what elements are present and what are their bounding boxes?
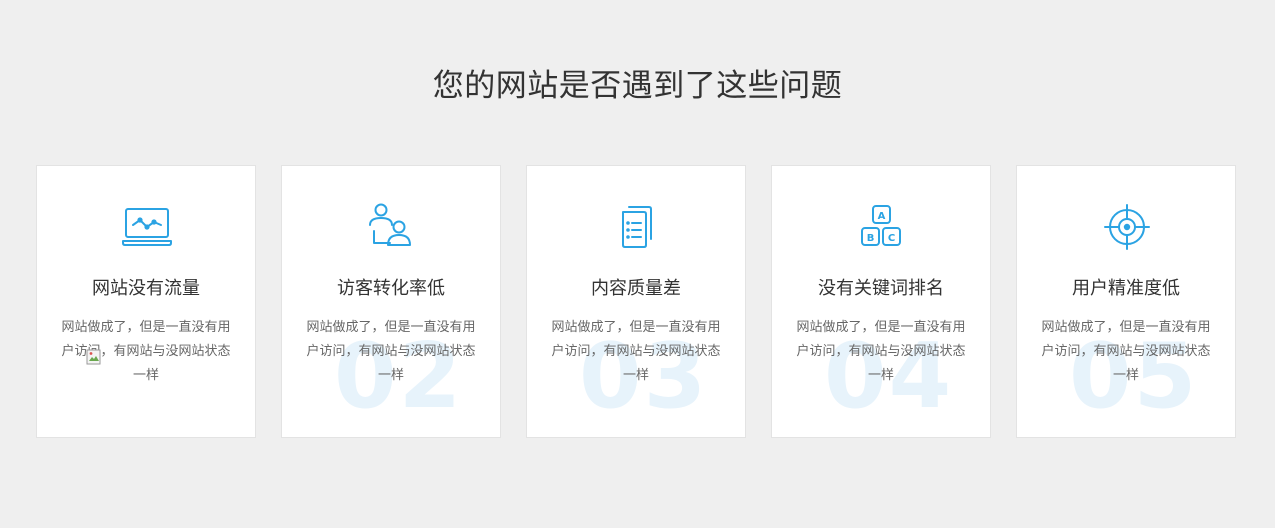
users-icon — [366, 203, 418, 251]
problem-card-low-precision[interactable]: 05 用户精准度低 网站做成了，但是一直没有用户访问，有网站与没网站状态一样 — [1016, 165, 1236, 438]
card-description: 网站做成了，但是一直没有用户访问，有网站与没网站状态一样 — [61, 320, 231, 383]
target-icon — [1101, 203, 1153, 251]
problem-card-no-keyword-rank[interactable]: 04 A B C 没有关键词排名 网站做成了，但是一直没有用户访问，有网站与没网… — [771, 165, 991, 438]
card-description: 网站做成了，但是一直没有用户访问，有网站与没网站状态一样 — [306, 320, 476, 383]
svg-text:C: C — [888, 233, 895, 244]
card-title: 用户精准度低 — [1072, 278, 1180, 299]
section-title: 您的网站是否遇到了这些问题 — [432, 68, 843, 104]
problem-card-no-traffic[interactable]: 网站没有流量 网站做成了，但是一直没有用户访问，有网站与没网站状态一样 — [36, 165, 256, 438]
problem-cards: 网站没有流量 网站做成了，但是一直没有用户访问，有网站与没网站状态一样 02 访… — [36, 165, 1236, 438]
card-title: 访客转化率低 — [337, 278, 445, 299]
laptop-analytics-icon — [121, 203, 173, 251]
card-title: 没有关键词排名 — [818, 278, 944, 299]
abc-blocks-icon: A B C — [856, 203, 908, 251]
svg-text:B: B — [867, 233, 875, 244]
card-title: 网站没有流量 — [92, 278, 200, 299]
card-title: 内容质量差 — [591, 278, 681, 299]
broken-image-icon — [86, 349, 101, 365]
card-description: 网站做成了，但是一直没有用户访问，有网站与没网站状态一样 — [551, 320, 721, 383]
documents-icon — [611, 203, 663, 251]
problem-card-low-conversion[interactable]: 02 访客转化率低 网站做成了，但是一直没有用户访问，有网站与没网站状态一样 — [281, 165, 501, 438]
problem-card-poor-content[interactable]: 03 内容质量差 网站做成了，但是一直没有用户访问，有网站与没网站状态一样 — [526, 165, 746, 438]
svg-text:A: A — [878, 211, 886, 222]
card-description: 网站做成了，但是一直没有用户访问，有网站与没网站状态一样 — [1041, 320, 1211, 383]
card-description: 网站做成了，但是一直没有用户访问，有网站与没网站状态一样 — [796, 320, 966, 383]
